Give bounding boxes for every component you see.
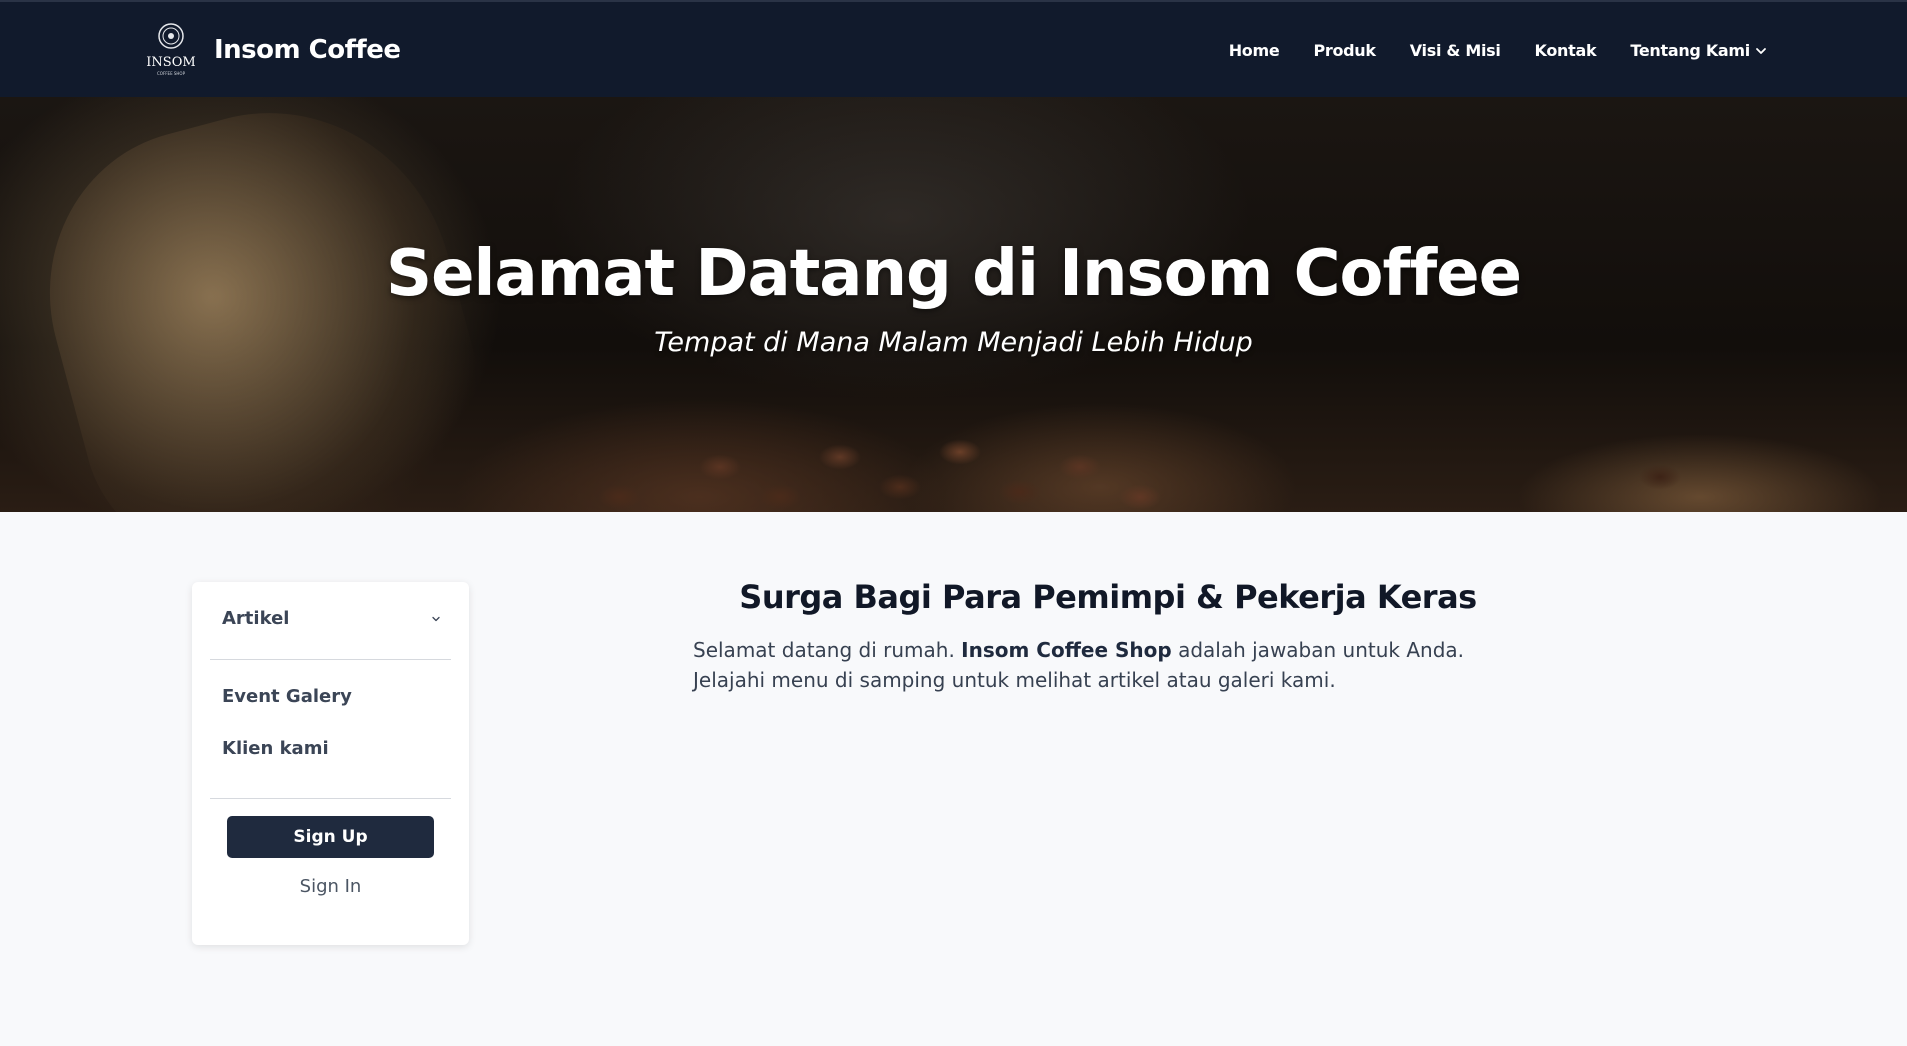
insom-logo[interactable]: INSOM COFFEE SHOP	[146, 22, 196, 78]
sidebar-item-klien-kami[interactable]: Klien kami	[222, 738, 329, 759]
nav-kontak[interactable]: Kontak	[1535, 41, 1597, 60]
sidebar-item-event-galery[interactable]: Event Galery	[222, 686, 352, 707]
sidebar-item-artikel-label: Artikel	[222, 608, 290, 629]
sidebar-divider	[210, 798, 451, 799]
signin-link[interactable]: Sign In	[192, 876, 469, 897]
coffee-beans-image	[420, 347, 1720, 512]
sidebar-divider	[210, 659, 451, 660]
nav-tentang-kami[interactable]: Tentang Kami	[1630, 41, 1767, 60]
hero-title: Selamat Datang di Insom Coffee	[386, 237, 1522, 311]
nav-home[interactable]: Home	[1229, 41, 1280, 60]
brand-name[interactable]: Insom Coffee	[214, 35, 401, 65]
navbar: INSOM COFFEE SHOP Insom Coffee Home Prod…	[0, 0, 1907, 97]
nav-tentang-kami-label: Tentang Kami	[1630, 41, 1750, 60]
chevron-down-icon	[430, 613, 442, 625]
signup-button[interactable]: Sign Up	[227, 816, 434, 858]
brand[interactable]: INSOM COFFEE SHOP Insom Coffee	[146, 22, 401, 78]
nav-visi-misi[interactable]: Visi & Misi	[1410, 41, 1501, 60]
chevron-down-icon	[1755, 45, 1767, 57]
main-text-intro: Selamat datang di rumah.	[693, 638, 962, 662]
hero-subtitle: Tempat di Mana Malam Menjadi Lebih Hidup	[654, 327, 1253, 358]
logo-text: INSOM	[146, 55, 195, 70]
main-text-brand: Insom Coffee Shop	[961, 638, 1172, 662]
nav-produk[interactable]: Produk	[1313, 41, 1376, 60]
sidebar: Artikel Event Galery Klien kami Sign Up …	[192, 582, 469, 945]
sidebar-item-artikel[interactable]: Artikel	[222, 608, 442, 629]
logo-subtext: COFFEE SHOP	[157, 71, 186, 76]
hero-banner: Selamat Datang di Insom Coffee Tempat di…	[0, 97, 1907, 512]
main-heading: Surga Bagi Para Pemimpi & Pekerja Keras	[739, 578, 1477, 616]
nav-links: Home Produk Visi & Misi Kontak Tentang K…	[1195, 2, 1767, 99]
main-paragraph: Selamat datang di rumah. Insom Coffee Sh…	[693, 635, 1523, 695]
